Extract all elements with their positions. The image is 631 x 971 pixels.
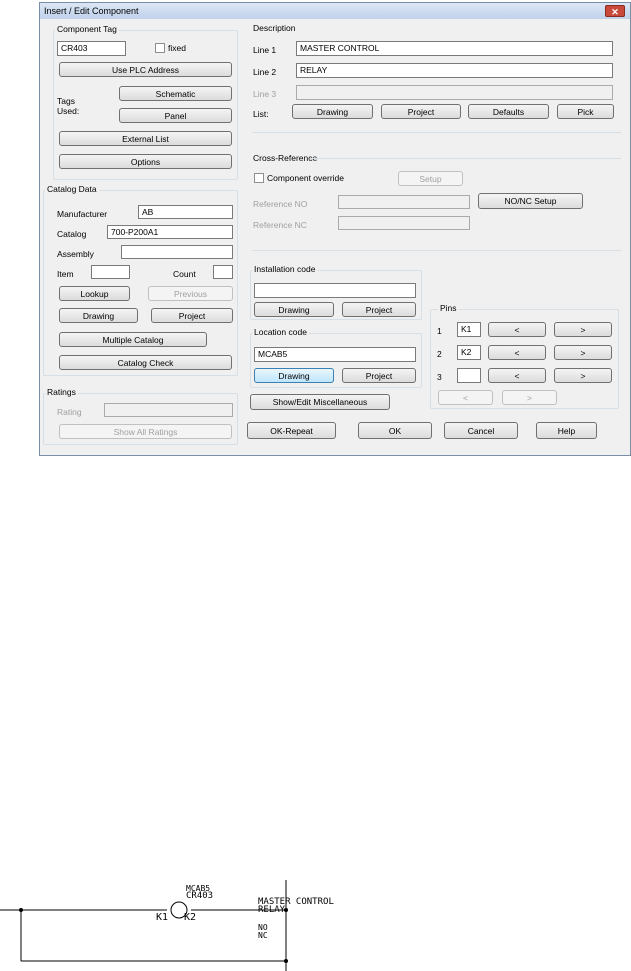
component-tag-title: Component Tag <box>55 24 119 34</box>
reference-no-label: Reference NO <box>253 199 308 209</box>
pin-2-number: 2 <box>437 349 442 359</box>
right-junction-dot-bottom <box>284 959 288 963</box>
pin-3-number: 3 <box>437 372 442 382</box>
close-button[interactable]: ✕ <box>605 5 625 17</box>
item-input[interactable] <box>91 265 130 279</box>
assembly-input[interactable] <box>121 245 233 259</box>
location-project-button[interactable]: Project <box>342 368 416 383</box>
help-button[interactable]: Help <box>536 422 597 439</box>
installation-drawing-button[interactable]: Drawing <box>254 302 334 317</box>
rating-input[interactable] <box>104 403 233 417</box>
dialog-title: Insert / Edit Component <box>44 6 139 16</box>
pins-page-prev-button[interactable]: < <box>438 390 493 405</box>
previous-button[interactable]: Previous <box>148 286 233 301</box>
pins-page-next-button[interactable]: > <box>502 390 557 405</box>
description-project-button[interactable]: Project <box>381 104 461 119</box>
schematic-nc-label: NC <box>258 931 268 940</box>
title-bar: Insert / Edit Component ✕ <box>40 3 630 19</box>
reference-nc-input[interactable] <box>338 216 470 230</box>
catalog-drawing-button[interactable]: Drawing <box>59 308 138 323</box>
pin-3-prev-button[interactable]: < <box>488 368 546 383</box>
line1-label: Line 1 <box>253 45 277 55</box>
nonc-setup-button[interactable]: NO/NC Setup <box>478 193 583 209</box>
item-label: Item <box>57 269 74 279</box>
schematic-desc-line2: RELAY <box>258 905 286 915</box>
ratings-title: Ratings <box>45 387 78 397</box>
description-defaults-button[interactable]: Defaults <box>468 104 549 119</box>
panel-button[interactable]: Panel <box>119 108 232 123</box>
catalog-input[interactable]: 700-P200A1 <box>107 225 233 239</box>
description-separator <box>252 132 621 133</box>
schematic-preview: MCAB5 CR403 K1 K2 MASTER CONTROL RELAY N… <box>0 855 631 971</box>
line3-label: Line 3 <box>253 89 277 99</box>
pin-3-next-button[interactable]: > <box>554 368 612 383</box>
pin-1-next-button[interactable]: > <box>554 322 612 337</box>
pin-1-number: 1 <box>437 326 442 336</box>
show-all-ratings-button[interactable]: Show All Ratings <box>59 424 232 439</box>
rating-label: Rating <box>57 407 82 417</box>
pin-1-prev-button[interactable]: < <box>488 322 546 337</box>
reference-nc-label: Reference NC <box>253 220 307 230</box>
component-override-label: Component override <box>267 173 345 183</box>
tags-used-label-line1: Tags <box>57 96 75 106</box>
location-drawing-button[interactable]: Drawing <box>254 368 334 383</box>
reference-no-input[interactable] <box>338 195 470 209</box>
location-code-input[interactable]: MCAB5 <box>254 347 416 362</box>
tags-used-label-line2: Used: <box>57 106 80 116</box>
component-tag-input[interactable]: CR403 <box>57 41 126 56</box>
pin-2-input[interactable]: K2 <box>457 345 481 360</box>
manufacturer-input[interactable]: AB <box>138 205 233 219</box>
pin-1-input[interactable]: K1 <box>457 322 481 337</box>
installation-project-button[interactable]: Project <box>342 302 416 317</box>
line3-input[interactable] <box>296 85 613 100</box>
catalog-project-button[interactable]: Project <box>151 308 233 323</box>
count-label: Count <box>173 269 196 279</box>
description-pick-button[interactable]: Pick <box>557 104 614 119</box>
schematic-pin2: K2 <box>184 912 197 923</box>
line1-input[interactable]: MASTER CONTROL <box>296 41 613 56</box>
assembly-label: Assembly <box>57 249 94 259</box>
cross-reference-separator <box>252 250 621 251</box>
schematic-component-tag: CR403 <box>186 891 214 901</box>
count-input[interactable] <box>213 265 233 279</box>
pin-3-input[interactable] <box>457 368 481 383</box>
location-code-title: Location code <box>252 327 309 337</box>
left-junction-dot <box>19 908 23 912</box>
show-edit-miscellaneous-button[interactable]: Show/Edit Miscellaneous <box>250 394 390 410</box>
manufacturer-label: Manufacturer <box>57 209 108 219</box>
cross-reference-setup-button[interactable]: Setup <box>398 171 463 186</box>
installation-code-title: Installation code <box>252 264 318 274</box>
multiple-catalog-button[interactable]: Multiple Catalog <box>59 332 207 347</box>
cross-reference-line <box>310 158 621 159</box>
pins-title: Pins <box>438 303 459 313</box>
ok-repeat-button[interactable]: OK-Repeat <box>247 422 336 439</box>
ok-button[interactable]: OK <box>358 422 432 439</box>
list-label: List: <box>253 109 269 119</box>
catalog-check-button[interactable]: Catalog Check <box>59 355 232 370</box>
installation-code-input[interactable] <box>254 283 416 298</box>
description-drawing-button[interactable]: Drawing <box>292 104 373 119</box>
pin-2-next-button[interactable]: > <box>554 345 612 360</box>
schematic-wiring <box>0 880 288 971</box>
external-list-button[interactable]: External List <box>59 131 232 146</box>
fixed-label: fixed <box>168 43 186 53</box>
tags-used-label: Tags Used: <box>57 96 79 116</box>
description-title: Description <box>252 23 298 33</box>
line2-input[interactable]: RELAY <box>296 63 613 78</box>
use-plc-address-button[interactable]: Use PLC Address <box>59 62 232 77</box>
pin-2-prev-button[interactable]: < <box>488 345 546 360</box>
component-override-checkbox[interactable] <box>254 173 264 183</box>
insert-edit-component-dialog: Insert / Edit Component ✕ Component Tag … <box>39 2 631 456</box>
line2-label: Line 2 <box>253 67 277 77</box>
lookup-button[interactable]: Lookup <box>59 286 130 301</box>
options-button[interactable]: Options <box>59 154 232 169</box>
catalog-label: Catalog <box>57 229 87 239</box>
schematic-pin1: K1 <box>156 912 169 923</box>
schematic-button[interactable]: Schematic <box>119 86 232 101</box>
catalog-data-title: Catalog Data <box>45 184 99 194</box>
cancel-button[interactable]: Cancel <box>444 422 518 439</box>
fixed-checkbox[interactable] <box>155 43 165 53</box>
